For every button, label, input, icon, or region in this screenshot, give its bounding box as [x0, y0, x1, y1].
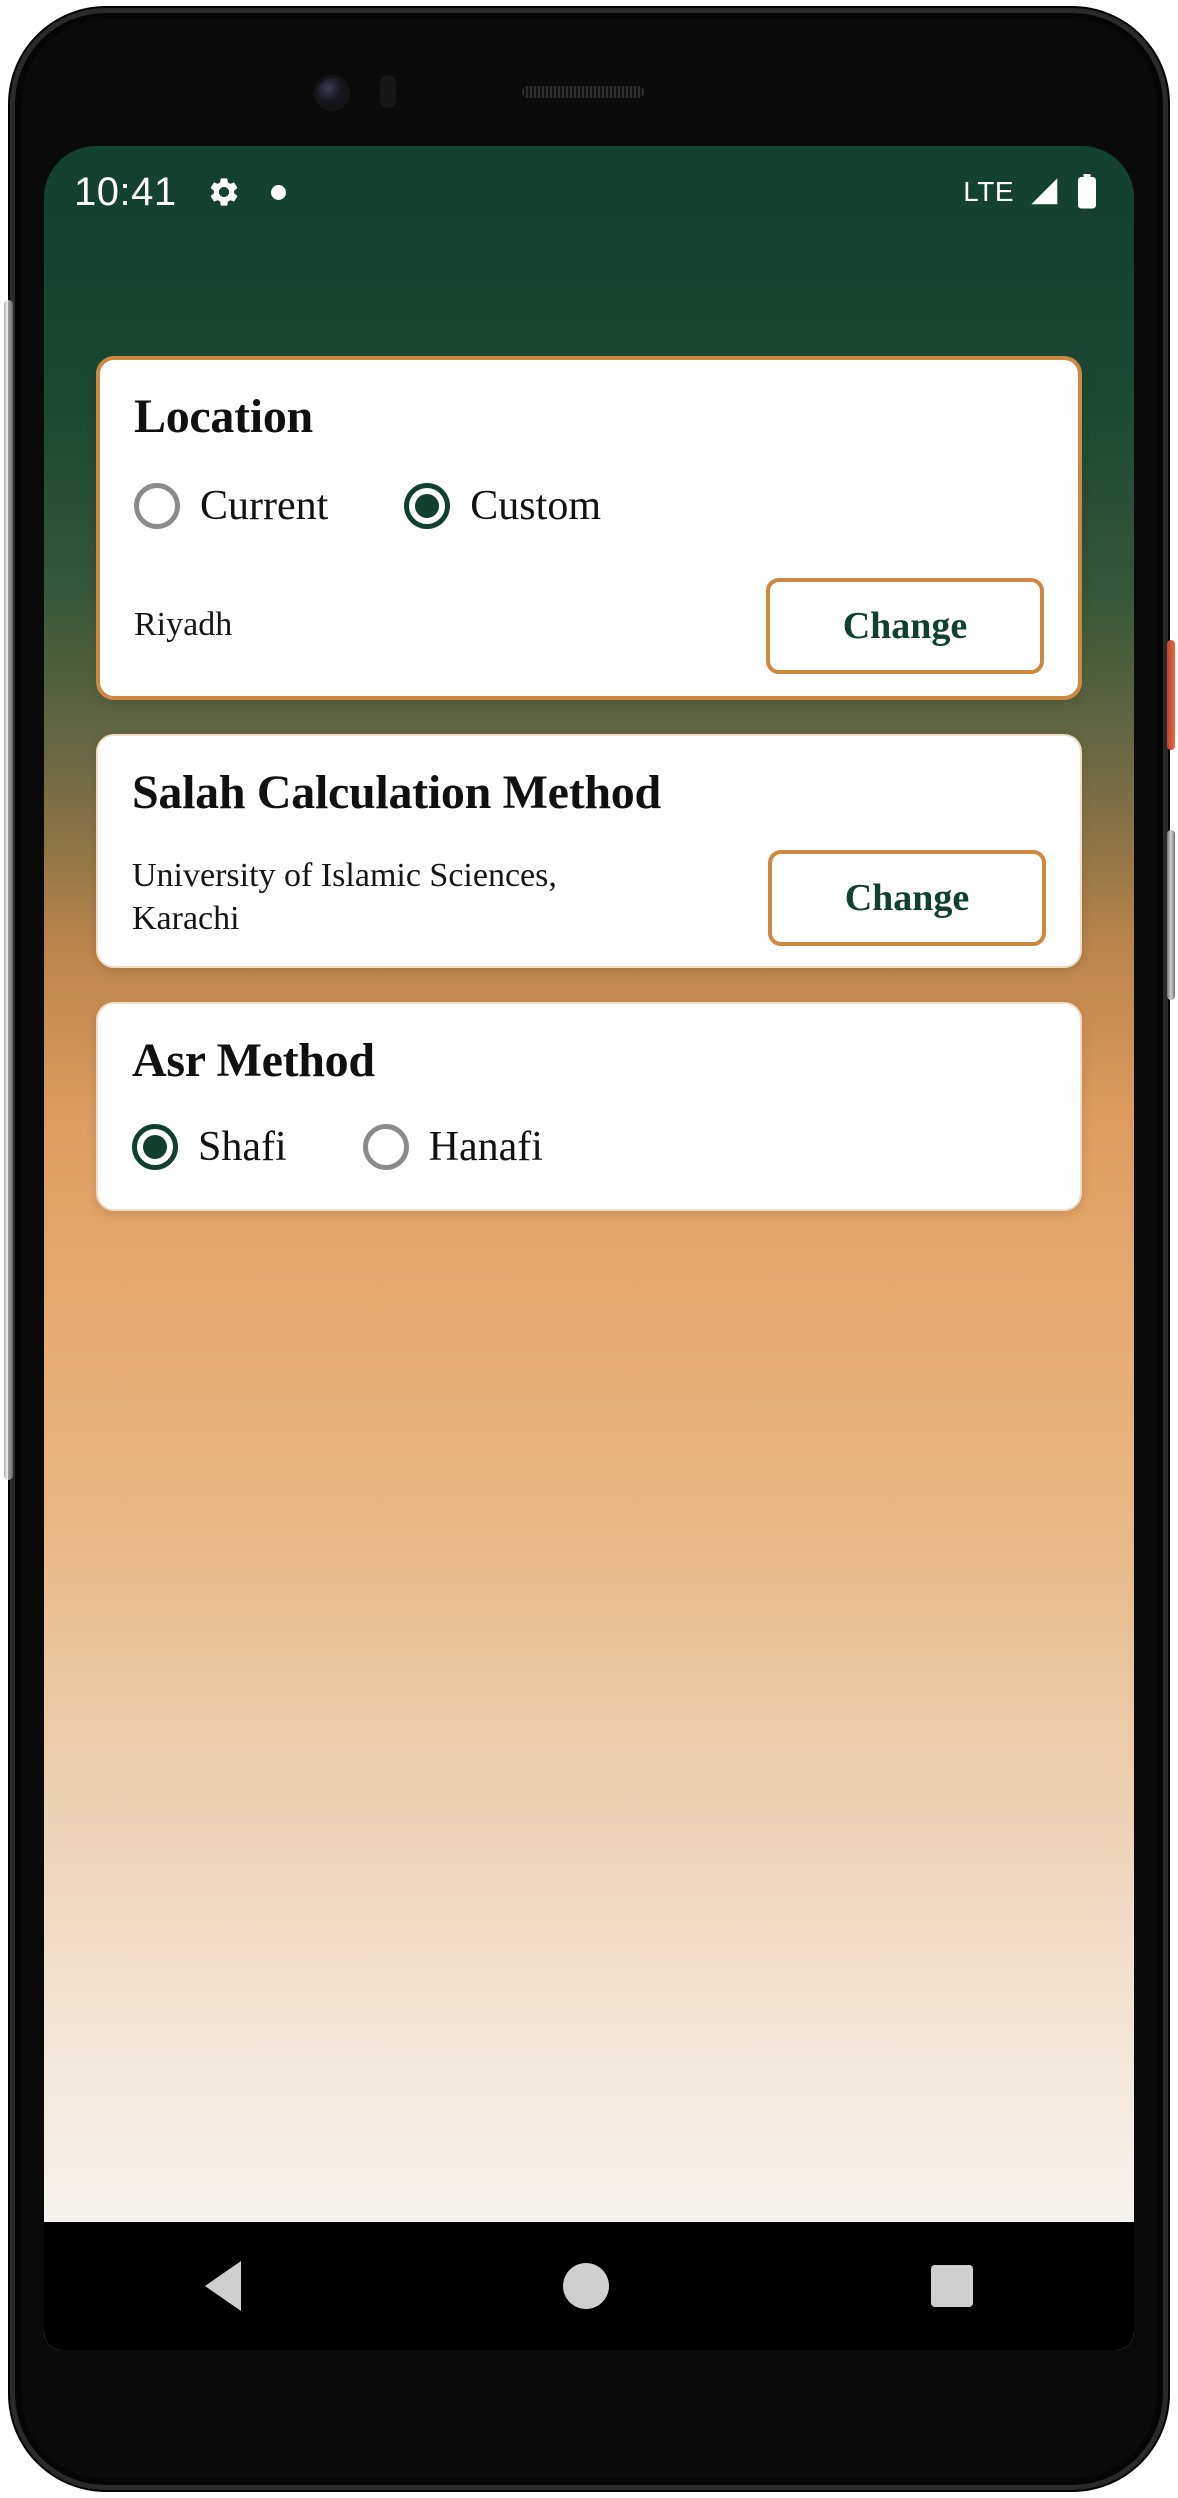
asr-option-shafi-label: Shafi	[198, 1124, 287, 1171]
home-icon[interactable]	[563, 2263, 609, 2309]
device-volume-button[interactable]	[1167, 830, 1175, 1000]
asr-method-card: Asr Method Shafi Hanafi	[96, 1001, 1082, 1212]
asr-option-hanafi[interactable]: Hanafi	[362, 1123, 543, 1171]
location-card: Location Current Custom Riyadh Change	[96, 356, 1082, 700]
proximity-sensor-icon	[380, 75, 396, 108]
calculation-method-card: Salah Calculation Method University of I…	[96, 733, 1082, 968]
status-bar: 10:41 LTE	[44, 146, 1134, 238]
android-navigation-bar	[44, 2222, 1134, 2350]
location-radio-group: Current Custom	[134, 482, 1044, 530]
location-value-row: Riyadh Change	[134, 577, 1044, 674]
device-power-button[interactable]	[1167, 640, 1175, 750]
asr-method-radio-group: Shafi Hanafi	[132, 1123, 1046, 1171]
radio-selected-icon[interactable]	[404, 482, 451, 529]
gear-icon	[207, 175, 241, 209]
device-side-rail-left	[4, 300, 13, 1480]
status-clock: 10:41	[74, 169, 177, 214]
location-value: Riyadh	[134, 606, 233, 644]
asr-option-hanafi-label: Hanafi	[428, 1124, 543, 1171]
battery-full-icon	[1076, 174, 1098, 210]
asr-method-card-title: Asr Method	[132, 1033, 375, 1087]
dot-icon	[270, 184, 286, 200]
radio-unselected-icon[interactable]	[134, 482, 180, 529]
status-bar-right-group: LTE	[963, 174, 1098, 210]
recents-icon[interactable]	[931, 2265, 973, 2307]
asr-option-shafi[interactable]: Shafi	[132, 1123, 287, 1171]
location-change-button[interactable]: Change	[766, 577, 1044, 674]
location-option-current[interactable]: Current	[134, 482, 328, 530]
calculation-method-value-row: University of Islamic Sciences, Karachi …	[132, 849, 1046, 946]
location-card-title: Location	[134, 390, 313, 443]
calculation-method-card-title: Salah Calculation Method	[132, 765, 661, 819]
radio-unselected-icon[interactable]	[362, 1124, 409, 1171]
back-icon[interactable]	[205, 2261, 241, 2311]
radio-selected-icon[interactable]	[132, 1124, 178, 1171]
front-camera-icon	[317, 78, 347, 108]
location-option-custom-label: Custom	[470, 482, 601, 529]
calculation-method-value: University of Islamic Sciences, Karachi	[132, 856, 557, 937]
calculation-method-change-button[interactable]: Change	[768, 849, 1046, 946]
earpiece-speaker	[522, 86, 644, 98]
network-type-label: LTE	[963, 176, 1014, 207]
location-option-current-label: Current	[200, 482, 329, 529]
location-option-custom[interactable]: Custom	[404, 482, 601, 530]
settings-content: Location Current Custom Riyadh Change Sa…	[44, 238, 1134, 2250]
signal-bars-icon	[1028, 177, 1062, 207]
phone-screen: 10:41 LTE Location Current Custom Riyadh…	[44, 146, 1134, 2350]
